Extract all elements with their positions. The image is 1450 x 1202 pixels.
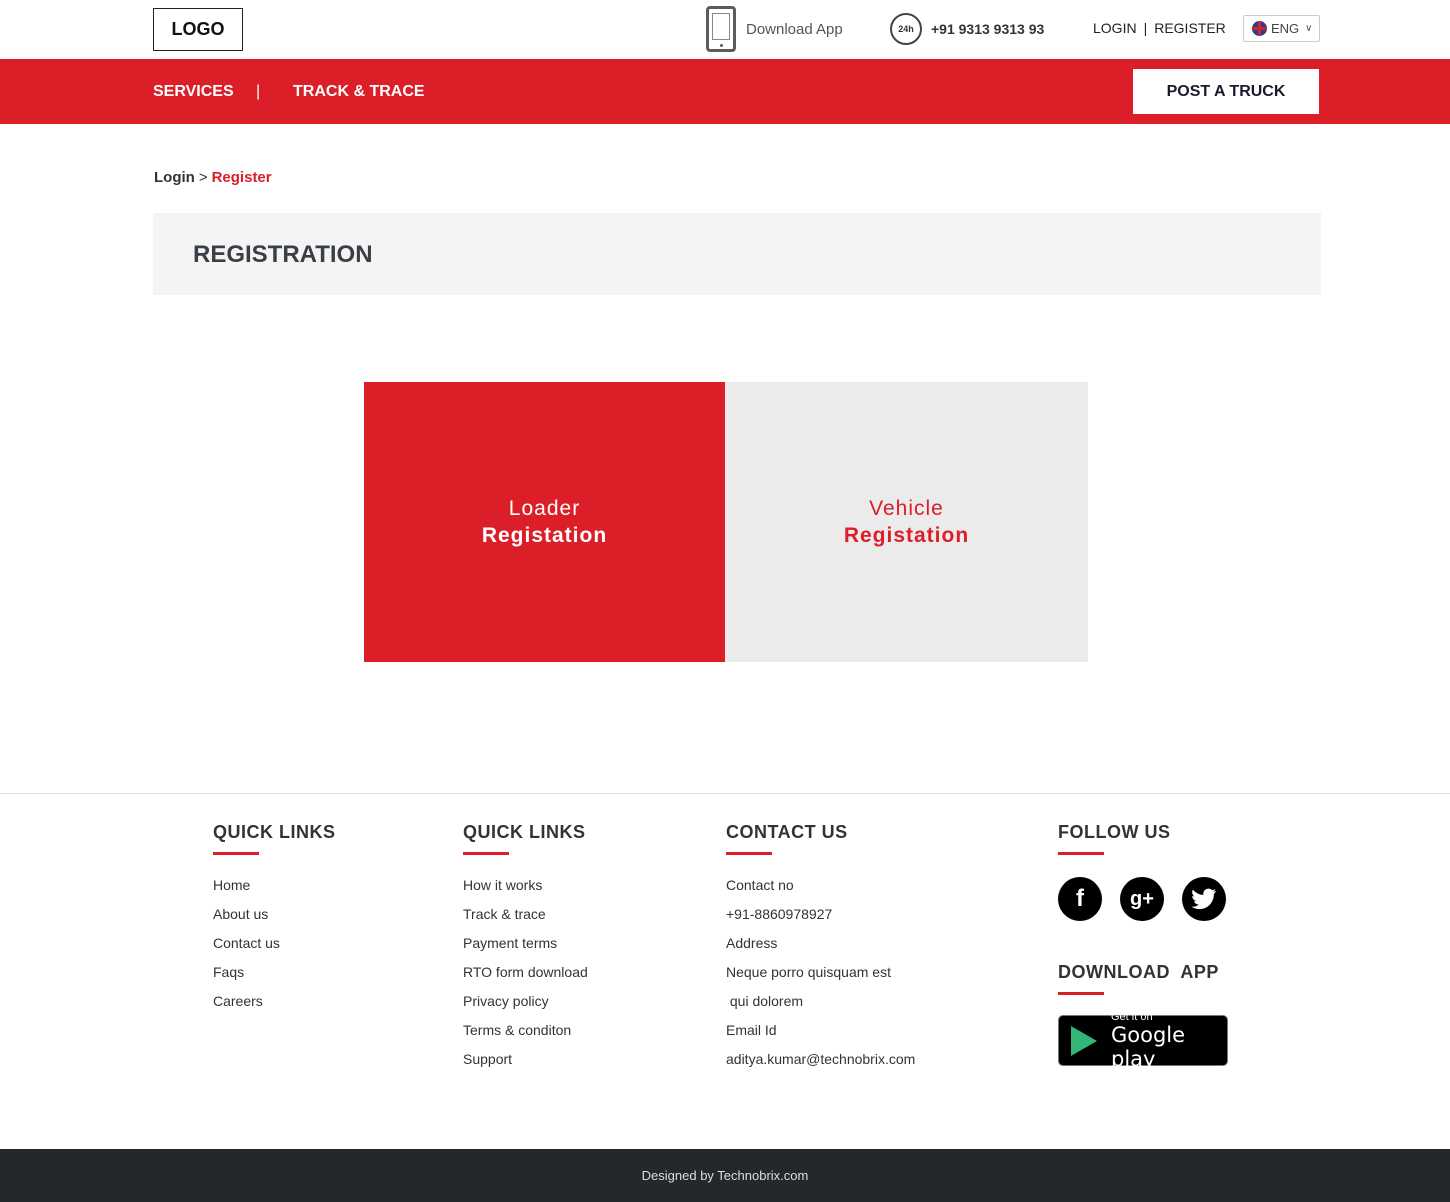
title-underline <box>726 852 772 855</box>
contact-phone[interactable]: +91-8860978927 <box>726 904 915 933</box>
nav-services[interactable]: SERVICES <box>153 83 234 101</box>
loader-registration-card[interactable]: Loader Registation <box>364 382 725 662</box>
footer-credit-bar: Designed by Technobrix.com <box>0 1149 1450 1202</box>
footer-link[interactable]: RTO form download <box>463 962 588 991</box>
footer-link[interactable]: Privacy policy <box>463 991 588 1020</box>
footer-col-title: FOLLOW US <box>1058 822 1171 842</box>
google-play-icon <box>1071 1025 1097 1056</box>
footer-credit[interactable]: Designed by Technobrix.com <box>642 1168 809 1183</box>
loader-card-title: Loader <box>508 497 581 520</box>
title-underline <box>1058 992 1104 995</box>
uk-flag-icon <box>1252 21 1267 36</box>
footer-col-title: QUICK LINKS <box>463 822 586 842</box>
facebook-icon[interactable]: f <box>1058 877 1102 921</box>
auth-links: LOGIN | REGISTER <box>1093 20 1226 36</box>
badge-line-2: Google play <box>1111 1022 1186 1071</box>
breadcrumb-arrow: > <box>198 169 208 186</box>
badge-line-1: Get it on <box>1111 1010 1153 1023</box>
social-links: f g+ <box>1058 877 1226 921</box>
footer-link[interactable]: Contact us <box>213 933 336 962</box>
footer-divider <box>0 793 1450 794</box>
page-title: REGISTRATION <box>193 241 373 268</box>
footer-link[interactable]: Payment terms <box>463 933 588 962</box>
download-app-link[interactable]: Download App <box>706 6 843 52</box>
contact-label: Address <box>726 935 778 951</box>
download-app-label: Download App <box>746 20 843 38</box>
vehicle-registration-card[interactable]: Vehicle Registation <box>725 382 1088 662</box>
footer-link[interactable]: Careers <box>213 991 336 1020</box>
footer-quick-links-1: QUICK LINKS Home About us Contact us Faq… <box>213 822 336 1020</box>
footer-contact-us: CONTACT US Contact no +91-8860978927 Add… <box>726 822 915 1078</box>
contact-label: Email Id <box>726 1022 777 1038</box>
helpline-number: +91 9313 9313 93 <box>931 21 1045 37</box>
footer-link[interactable]: Home <box>213 875 336 904</box>
main-nav: SERVICES | TRACK & TRACE POST A TRUCK <box>0 59 1450 124</box>
nav-track-trace[interactable]: TRACK & TRACE <box>293 83 425 101</box>
footer-link[interactable]: How it works <box>463 875 588 904</box>
footer-col-title: DOWNLOAD APP <box>1058 962 1219 982</box>
auth-separator: | <box>1143 20 1148 36</box>
vehicle-card-title: Vehicle <box>869 497 944 520</box>
phone-icon <box>706 6 736 52</box>
contact-address: Neque porro quisquam est <box>726 964 891 980</box>
chevron-down-icon: ∨ <box>1305 23 1313 34</box>
breadcrumb-login[interactable]: Login <box>154 169 195 186</box>
footer-follow-us: FOLLOW US f g+ <box>1058 822 1226 921</box>
footer-quick-links-2: QUICK LINKS How it works Track & trace P… <box>463 822 588 1078</box>
helpline[interactable]: 24h +91 9313 9313 93 <box>890 13 1044 45</box>
vehicle-card-subtitle: Registation <box>843 524 970 547</box>
logo[interactable]: LOGO <box>153 8 243 51</box>
footer-col-title: CONTACT US <box>726 822 848 842</box>
top-header: LOGO Download App 24h +91 9313 9313 93 L… <box>0 0 1450 59</box>
helpline-24h-icon: 24h <box>890 13 922 45</box>
twitter-icon[interactable] <box>1182 877 1226 921</box>
loader-card-subtitle: Registation <box>481 524 608 547</box>
breadcrumb-current: Register <box>211 169 272 186</box>
google-play-badge[interactable]: Get it on Google play <box>1058 1011 1228 1071</box>
footer-link[interactable]: Support <box>463 1049 588 1078</box>
footer-link[interactable]: Terms & conditon <box>463 1020 588 1049</box>
title-underline <box>463 852 509 855</box>
title-underline <box>213 852 259 855</box>
language-select[interactable]: ENG ∨ <box>1243 15 1320 42</box>
contact-address: qui dolorem <box>726 993 804 1009</box>
footer-col-title: QUICK LINKS <box>213 822 336 842</box>
footer-link[interactable]: Faqs <box>213 962 336 991</box>
googleplus-icon[interactable]: g+ <box>1120 877 1164 921</box>
footer-link[interactable]: Track & trace <box>463 904 588 933</box>
footer-link[interactable]: About us <box>213 904 336 933</box>
page-title-box: REGISTRATION <box>153 213 1321 295</box>
title-underline <box>1058 852 1104 855</box>
register-link[interactable]: REGISTER <box>1154 20 1226 36</box>
post-a-truck-button[interactable]: POST A TRUCK <box>1133 69 1319 114</box>
login-link[interactable]: LOGIN <box>1093 20 1137 36</box>
contact-label: Contact no <box>726 877 794 893</box>
footer-download-app: DOWNLOAD APP Get it on Google play <box>1058 962 1228 1071</box>
nav-separator: | <box>256 83 261 100</box>
language-value: ENG <box>1271 21 1300 36</box>
contact-email[interactable]: aditya.kumar@technobrix.com <box>726 1049 915 1078</box>
breadcrumb: Login > Register <box>154 169 272 186</box>
